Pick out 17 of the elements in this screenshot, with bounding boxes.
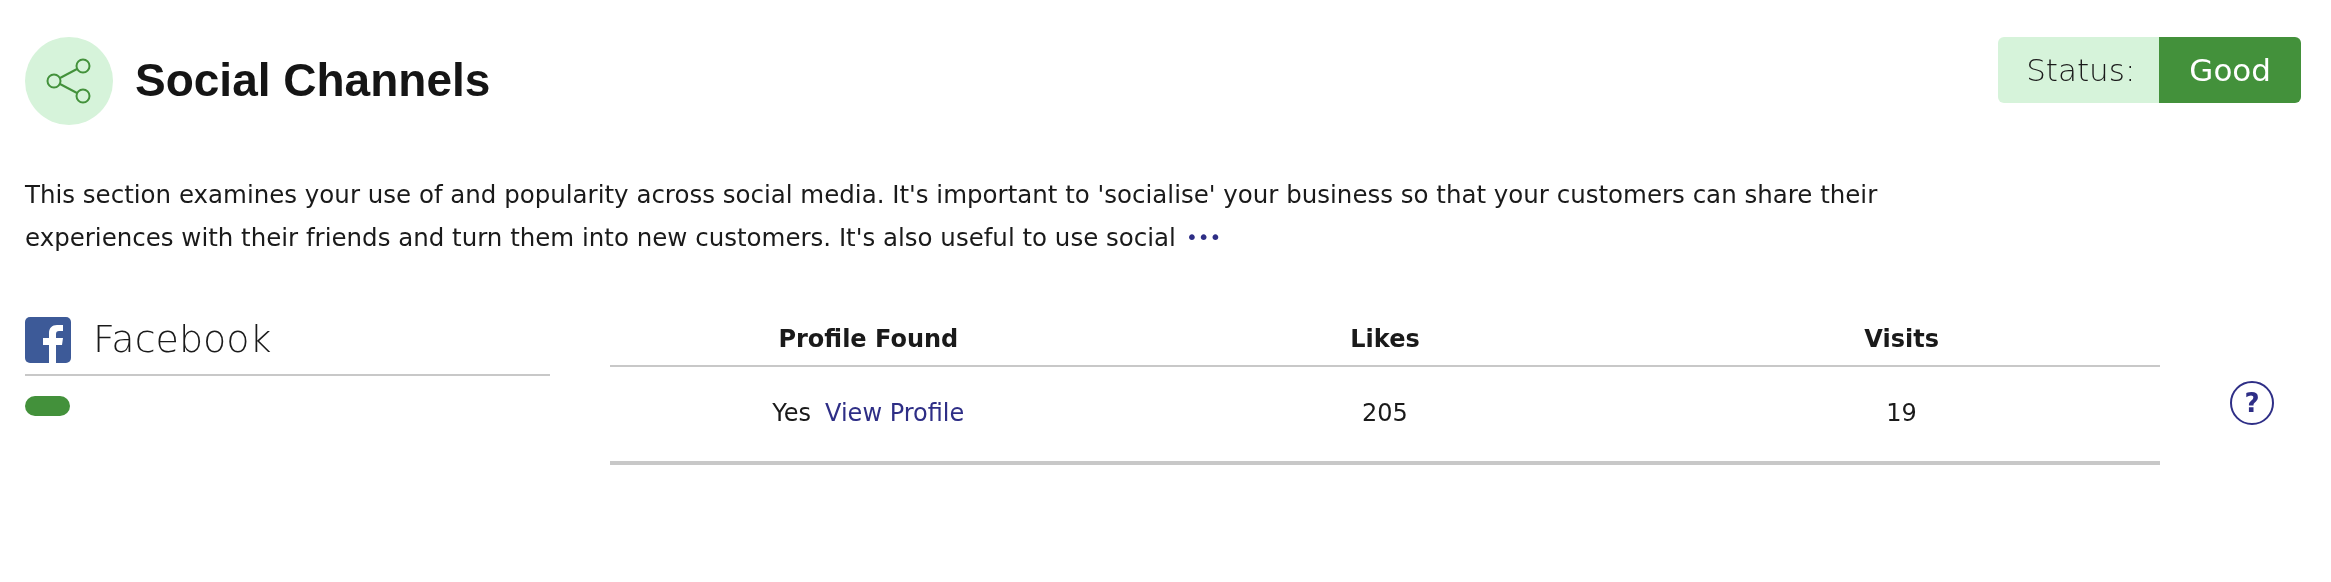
column-header: Profile Found	[778, 325, 959, 353]
profile-found-text: Yes	[772, 399, 812, 427]
section-title: Social Channels	[135, 53, 491, 109]
description-line: experiences with their friends and turn them into new customers. It's also useful to use social	[25, 222, 1176, 254]
status-label: Status:	[1998, 37, 2160, 103]
channel-name: Facebook	[93, 316, 272, 363]
description-line: This section examines your use of and popularity across social media. It's important to 'socialise' your business so that your customers can share their	[25, 179, 1878, 211]
more-button[interactable]: •••	[1185, 216, 1222, 259]
likes-count: 205	[1362, 399, 1408, 427]
help-button[interactable]: ?	[2230, 381, 2274, 425]
column-header: Likes	[1350, 325, 1420, 353]
view-profile-link[interactable]: View Profile	[825, 399, 965, 427]
status-pill-icon	[25, 396, 70, 416]
visits-count: 19	[1886, 399, 1917, 427]
status-value: Good	[2159, 37, 2301, 103]
facebook-icon	[25, 316, 71, 363]
column-header: Visits	[1864, 325, 1939, 353]
